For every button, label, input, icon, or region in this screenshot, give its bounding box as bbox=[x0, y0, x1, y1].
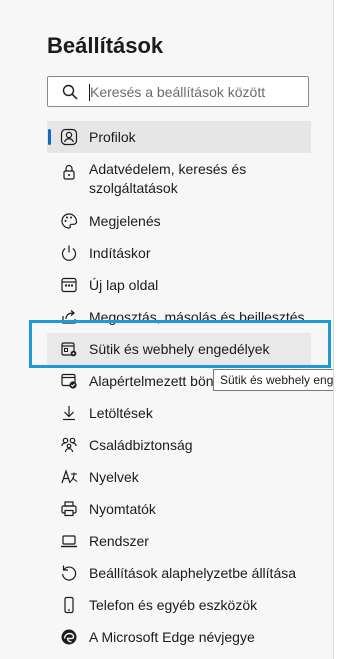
default-browser-icon bbox=[60, 372, 78, 390]
sidebar-item-label: Letöltések bbox=[89, 405, 153, 421]
sidebar-item-label: Megjelenés bbox=[89, 213, 161, 229]
sidebar-item-label: Nyomtatók bbox=[89, 501, 156, 517]
settings-sidebar: Beállítások Profilok Adatvédelem, keresé… bbox=[0, 0, 364, 659]
sidebar-item-label: Profilok bbox=[89, 129, 136, 145]
sidebar-item-share[interactable]: Megosztás, másolás és beillesztés bbox=[47, 301, 311, 333]
sidebar-item-label: Adatvédelem, keresés és szolgáltatások bbox=[89, 161, 247, 196]
sidebar-item-system[interactable]: Rendszer bbox=[47, 525, 311, 557]
edge-icon bbox=[60, 628, 78, 646]
share-icon bbox=[60, 308, 78, 326]
sidebar-item-phone[interactable]: Telefon és egyéb eszközök bbox=[47, 589, 311, 621]
phone-icon bbox=[60, 596, 78, 614]
sidebar-item-label: Sütik és webhely engedélyek bbox=[89, 341, 270, 357]
sidebar-item-label: A Microsoft Edge névjegye bbox=[89, 629, 255, 645]
sidebar-item-label: Nyelvek bbox=[89, 469, 139, 485]
reset-icon bbox=[60, 564, 78, 582]
sidebar-item-downloads[interactable]: Letöltések bbox=[47, 397, 311, 429]
profile-icon bbox=[60, 128, 78, 146]
sidebar-item-label: Új lap oldal bbox=[89, 277, 159, 293]
download-icon bbox=[60, 404, 78, 422]
new-tab-icon bbox=[60, 276, 78, 294]
printer-icon bbox=[60, 500, 78, 518]
laptop-icon bbox=[60, 532, 78, 550]
sidebar-item-label: Indításkor bbox=[89, 245, 151, 261]
search-box[interactable] bbox=[47, 76, 309, 107]
sidebar-item-label: Beállítások alaphelyzetbe állítása bbox=[89, 565, 297, 581]
sidebar-item-family[interactable]: Családbiztonság bbox=[47, 429, 311, 461]
search-icon bbox=[62, 84, 78, 100]
page-title: Beállítások bbox=[47, 33, 164, 58]
sidebar-item-reset[interactable]: Beállítások alaphelyzetbe állítása bbox=[47, 557, 311, 589]
sidebar-item-label: Telefon és egyéb eszközök bbox=[89, 597, 258, 613]
content-area bbox=[333, 0, 364, 659]
sidebar-item-startup[interactable]: Indításkor bbox=[47, 237, 311, 269]
sidebar-item-label: Megosztás, másolás és beillesztés bbox=[89, 309, 305, 325]
search-input[interactable] bbox=[90, 80, 300, 103]
palette-icon bbox=[60, 212, 78, 230]
cookie-permissions-icon bbox=[60, 340, 78, 358]
sidebar-item-label: Családbiztonság bbox=[89, 437, 193, 453]
sidebar-item-privacy[interactable]: Adatvédelem, keresés és szolgáltatások bbox=[47, 157, 311, 199]
sidebar-item-languages[interactable]: Nyelvek bbox=[47, 461, 311, 493]
language-icon bbox=[60, 468, 78, 486]
sidebar-item-label: Rendszer bbox=[89, 533, 149, 549]
power-icon bbox=[60, 244, 78, 262]
lock-icon bbox=[60, 163, 78, 181]
sidebar-item-profiles[interactable]: Profilok bbox=[47, 121, 311, 153]
sidebar-item-printers[interactable]: Nyomtatók bbox=[47, 493, 311, 525]
family-icon bbox=[60, 436, 78, 454]
sidebar-item-new-tab[interactable]: Új lap oldal bbox=[47, 269, 311, 301]
sidebar-item-cookies[interactable]: Sütik és webhely engedélyek bbox=[47, 333, 311, 365]
sidebar-item-appearance[interactable]: Megjelenés bbox=[47, 205, 311, 237]
sidebar-item-about[interactable]: A Microsoft Edge névjegye bbox=[47, 621, 311, 653]
